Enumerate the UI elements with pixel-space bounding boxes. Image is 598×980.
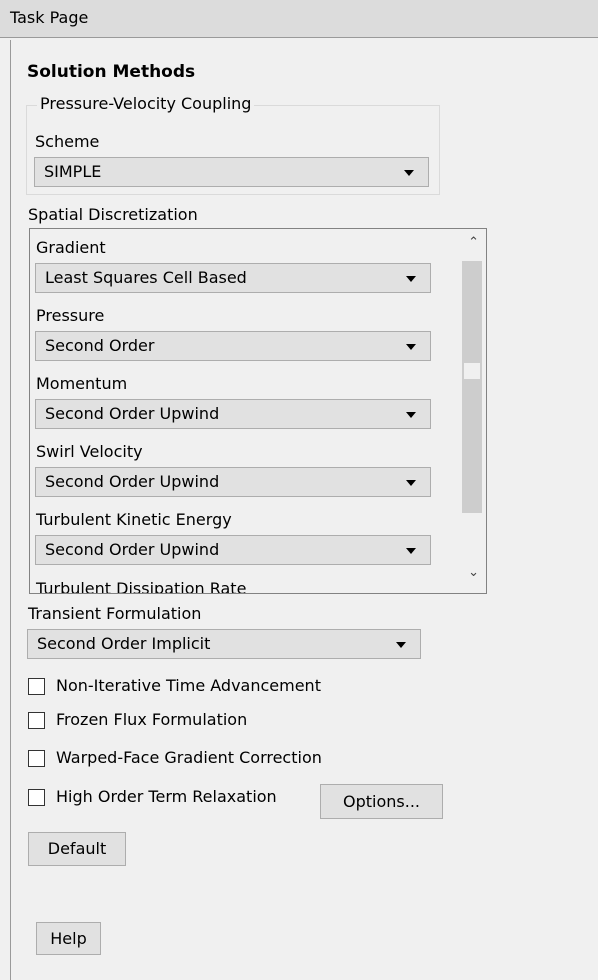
pressure-dropdown[interactable]: Second Order [35,331,431,361]
scroll-up-icon[interactable]: ⌃ [468,235,479,250]
frozen-flux-formulation-checkbox[interactable] [28,712,45,729]
swirl-velocity-dropdown[interactable]: Second Order Upwind [35,467,431,497]
transient-formulation-value: Second Order Implicit [37,634,211,653]
scheme-value: SIMPLE [44,162,102,181]
momentum-dropdown[interactable]: Second Order Upwind [35,399,431,429]
warped-face-gradient-correction-label[interactable]: Warped-Face Gradient Correction [56,748,322,767]
scheme-label: Scheme [35,132,100,151]
non-iterative-time-advancement-label[interactable]: Non-Iterative Time Advancement [56,676,321,695]
task-page-title: Task Page [10,8,89,27]
chevron-down-icon [406,412,416,418]
frozen-flux-formulation-label[interactable]: Frozen Flux Formulation [56,710,247,729]
vertical-scrollbar[interactable]: ⌃ ⌄ [458,229,486,593]
momentum-value: Second Order Upwind [45,404,220,423]
scroll-down-icon[interactable]: ⌄ [468,565,479,580]
chevron-down-icon [406,480,416,486]
options-button[interactable]: Options... [320,784,443,819]
pressure-value: Second Order [45,336,155,355]
scrollbar-thumb[interactable] [462,261,482,513]
scheme-dropdown[interactable]: SIMPLE [34,157,429,187]
warped-face-gradient-correction-checkbox[interactable] [28,750,45,767]
turbulent-kinetic-energy-value: Second Order Upwind [45,540,220,559]
transient-formulation-dropdown[interactable]: Second Order Implicit [27,629,421,659]
chevron-down-icon [406,548,416,554]
pressure-label: Pressure [36,306,105,325]
high-order-term-relaxation-label[interactable]: High Order Term Relaxation [56,787,277,806]
chevron-down-icon [396,642,406,648]
pressure-velocity-coupling-legend: Pressure-Velocity Coupling [37,94,255,113]
turbulent-dissipation-rate-label: Turbulent Dissipation Rate [36,579,247,594]
transient-formulation-label: Transient Formulation [28,604,202,623]
help-button[interactable]: Help [36,922,101,955]
default-button[interactable]: Default [28,832,126,866]
swirl-velocity-value: Second Order Upwind [45,472,220,491]
high-order-term-relaxation-checkbox[interactable] [28,789,45,806]
gradient-dropdown[interactable]: Least Squares Cell Based [35,263,431,293]
gradient-label: Gradient [36,238,106,257]
momentum-label: Momentum [36,374,128,393]
turbulent-kinetic-energy-dropdown[interactable]: Second Order Upwind [35,535,431,565]
spatial-discretization-scroll-area[interactable]: Gradient Least Squares Cell Based Pressu… [29,228,487,594]
solution-methods-title: Solution Methods [27,62,196,82]
swirl-velocity-label: Swirl Velocity [36,442,143,461]
spatial-discretization-label: Spatial Discretization [28,205,198,224]
task-page-header: Task Page [0,0,598,38]
scrollbar-grip-icon [464,363,480,379]
chevron-down-icon [406,276,416,282]
turbulent-kinetic-energy-label: Turbulent Kinetic Energy [36,510,232,529]
gradient-value: Least Squares Cell Based [45,268,247,287]
chevron-down-icon [404,170,414,176]
chevron-down-icon [406,344,416,350]
non-iterative-time-advancement-checkbox[interactable] [28,678,45,695]
